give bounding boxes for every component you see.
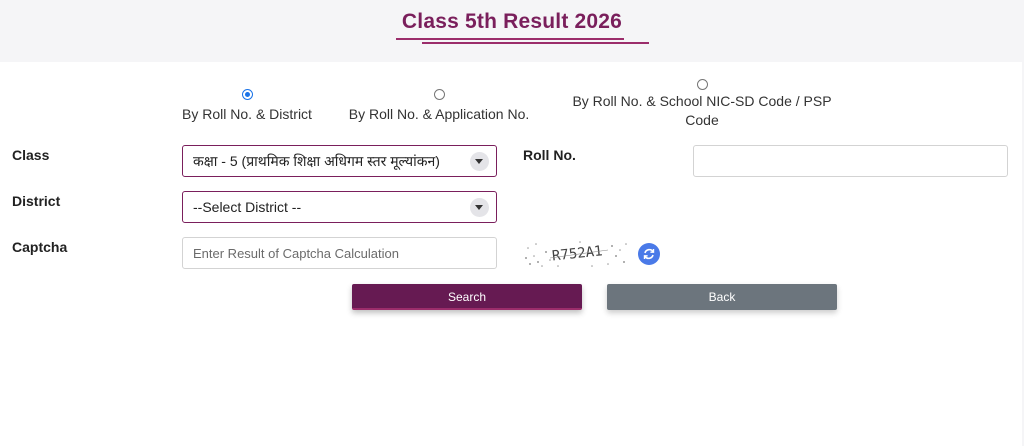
class-select-value: कक्षा - 5 (प्राथमिक शिक्षा अधिगम स्तर मू… bbox=[193, 153, 440, 169]
class-select[interactable]: कक्षा - 5 (प्राथमिक शिक्षा अधिगम स्तर मू… bbox=[182, 145, 497, 177]
radio-label: By Roll No. & Application No. bbox=[348, 106, 530, 122]
district-label: District bbox=[12, 193, 61, 209]
radio-button[interactable] bbox=[241, 89, 253, 100]
radio-button[interactable] bbox=[696, 79, 708, 90]
back-button[interactable]: Back bbox=[607, 284, 837, 310]
district-select-value: --Select District -- bbox=[193, 199, 302, 215]
radio-label: By Roll No. & School NIC-SD Code / PSP C… bbox=[572, 93, 832, 128]
captcha-input[interactable] bbox=[182, 237, 497, 269]
title-underline bbox=[396, 38, 624, 40]
roll-no-input[interactable] bbox=[693, 145, 1008, 177]
captcha-text: R752A1 bbox=[551, 243, 603, 264]
radio-label: By Roll No. & District bbox=[182, 106, 312, 122]
class-label: Class bbox=[12, 147, 50, 163]
captcha-label: Captcha bbox=[12, 239, 68, 255]
captcha-refresh-button[interactable] bbox=[638, 243, 660, 265]
refresh-icon bbox=[643, 248, 655, 260]
chevron-down-icon bbox=[470, 152, 489, 171]
captcha-image: R752A1 bbox=[525, 241, 627, 267]
page-header: Class 5th Result 2026 bbox=[0, 0, 1024, 62]
district-select[interactable]: --Select District -- bbox=[182, 191, 497, 223]
title-underline bbox=[422, 42, 649, 44]
page-title: Class 5th Result 2026 bbox=[401, 10, 623, 33]
roll-no-label: Roll No. bbox=[523, 147, 576, 163]
radio-roll-school-code[interactable]: By Roll No. & School NIC-SD Code / PSP C… bbox=[570, 79, 834, 130]
radio-roll-district[interactable]: By Roll No. & District bbox=[178, 89, 316, 122]
radio-button[interactable] bbox=[433, 89, 445, 100]
search-button[interactable]: Search bbox=[352, 284, 582, 310]
radio-roll-application[interactable]: By Roll No. & Application No. bbox=[348, 89, 530, 122]
chevron-down-icon bbox=[470, 198, 489, 217]
